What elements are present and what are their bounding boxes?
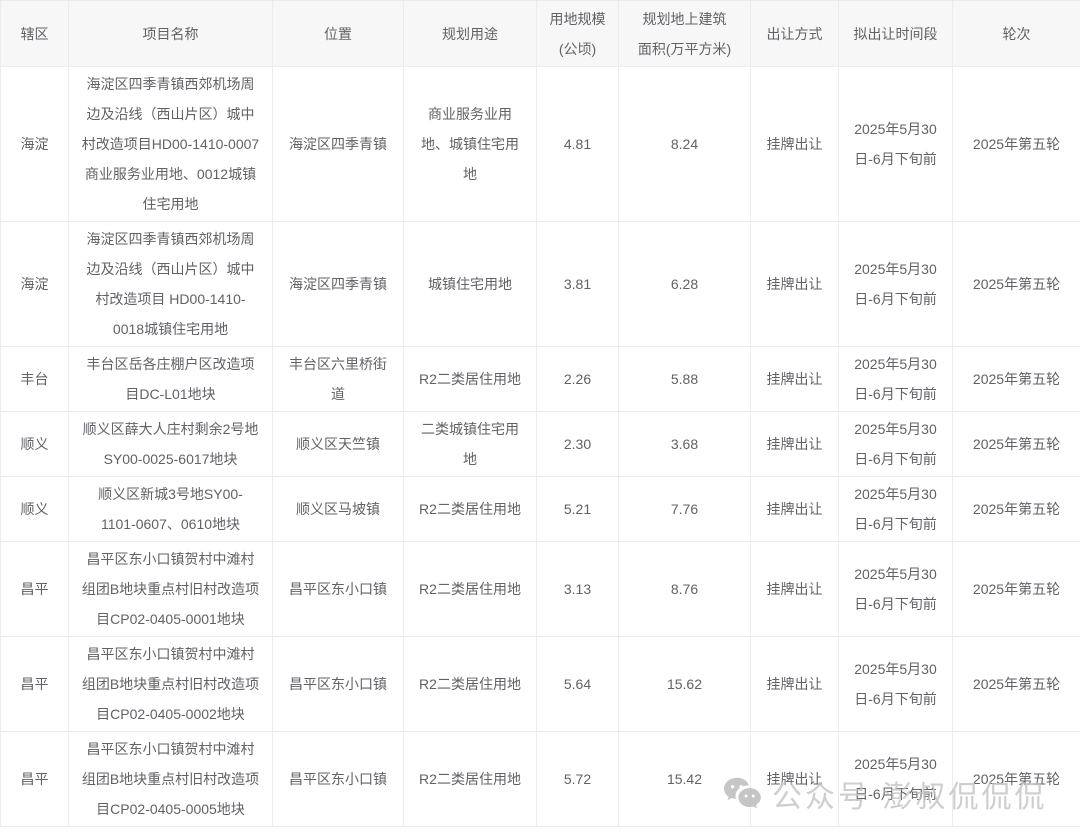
cell-location: 昌平区东小口镇 xyxy=(273,637,404,732)
col-header-period: 拟出让时间段 xyxy=(839,1,953,67)
cell-round: 2025年第五轮 xyxy=(953,412,1080,477)
cell-scale: 4.81 xyxy=(537,67,619,222)
cell-method: 挂牌出让 xyxy=(751,732,839,827)
cell-method: 挂牌出让 xyxy=(751,542,839,637)
cell-location: 丰台区六里桥街道 xyxy=(273,347,404,412)
table-row: 丰台丰台区岳各庄棚户区改造项目DC-L01地块丰台区六里桥街道R2二类居住用地2… xyxy=(1,347,1080,412)
cell-scale: 5.21 xyxy=(537,477,619,542)
land-supply-announcement-page: 辖区项目名称位置规划用途用地规模 (公顷)规划地上建筑 面积(万平方米)出让方式… xyxy=(0,0,1080,838)
cell-round: 2025年第五轮 xyxy=(953,732,1080,827)
cell-use: R2二类居住用地 xyxy=(404,477,537,542)
project-link[interactable]: 丰台区岳各庄棚户区改造项目DC-L01地块 xyxy=(69,347,273,412)
project-link[interactable]: 顺义区新城3号地SY00-1101-0607、0610地块 xyxy=(69,477,273,542)
cell-use: 二类城镇住宅用地 xyxy=(404,412,537,477)
cell-scale: 3.13 xyxy=(537,542,619,637)
col-header-project: 项目名称 xyxy=(69,1,273,67)
table-row: 顺义顺义区薛大人庄村剩余2号地SY00-0025-6017地块顺义区天竺镇二类城… xyxy=(1,412,1080,477)
col-header-scale: 用地规模 (公顷) xyxy=(537,1,619,67)
cell-method: 挂牌出让 xyxy=(751,412,839,477)
cell-location: 海淀区四季青镇 xyxy=(273,67,404,222)
cell-district: 昌平 xyxy=(1,542,69,637)
cell-area: 8.76 xyxy=(619,542,751,637)
cell-use: R2二类居住用地 xyxy=(404,637,537,732)
cell-round: 2025年第五轮 xyxy=(953,477,1080,542)
cell-use: 城镇住宅用地 xyxy=(404,222,537,347)
col-header-round: 轮次 xyxy=(953,1,1080,67)
cell-period: 2025年5月30日-6月下旬前 xyxy=(839,67,953,222)
cell-scale: 2.30 xyxy=(537,412,619,477)
col-header-location: 位置 xyxy=(273,1,404,67)
cell-district: 顺义 xyxy=(1,477,69,542)
cell-period: 2025年5月30日-6月下旬前 xyxy=(839,412,953,477)
cell-scale: 5.64 xyxy=(537,637,619,732)
cell-area: 6.28 xyxy=(619,222,751,347)
cell-method: 挂牌出让 xyxy=(751,347,839,412)
cell-period: 2025年5月30日-6月下旬前 xyxy=(839,477,953,542)
cell-scale: 5.72 xyxy=(537,732,619,827)
cell-district: 丰台 xyxy=(1,347,69,412)
col-header-method: 出让方式 xyxy=(751,1,839,67)
cell-round: 2025年第五轮 xyxy=(953,222,1080,347)
cell-location: 顺义区马坡镇 xyxy=(273,477,404,542)
cell-area: 15.42 xyxy=(619,732,751,827)
cell-method: 挂牌出让 xyxy=(751,67,839,222)
project-link[interactable]: 海淀区四季青镇西郊机场周边及沿线（西山片区）城中村改造项目HD00-1410-0… xyxy=(69,67,273,222)
cell-district: 顺义 xyxy=(1,412,69,477)
cell-district: 海淀 xyxy=(1,222,69,347)
cell-use: R2二类居住用地 xyxy=(404,732,537,827)
cell-scale: 2.26 xyxy=(537,347,619,412)
project-link[interactable]: 昌平区东小口镇贺村中滩村组团B地块重点村旧村改造项目CP02-0405-0001… xyxy=(69,542,273,637)
cell-area: 3.68 xyxy=(619,412,751,477)
cell-location: 昌平区东小口镇 xyxy=(273,542,404,637)
table-row: 顺义顺义区新城3号地SY00-1101-0607、0610地块顺义区马坡镇R2二… xyxy=(1,477,1080,542)
cell-period: 2025年5月30日-6月下旬前 xyxy=(839,732,953,827)
cell-period: 2025年5月30日-6月下旬前 xyxy=(839,347,953,412)
cell-method: 挂牌出让 xyxy=(751,222,839,347)
project-link[interactable]: 昌平区东小口镇贺村中滩村组团B地块重点村旧村改造项目CP02-0405-0002… xyxy=(69,637,273,732)
cell-round: 2025年第五轮 xyxy=(953,637,1080,732)
cell-round: 2025年第五轮 xyxy=(953,347,1080,412)
cell-area: 8.24 xyxy=(619,67,751,222)
cell-method: 挂牌出让 xyxy=(751,477,839,542)
table-body: 海淀海淀区四季青镇西郊机场周边及沿线（西山片区）城中村改造项目HD00-1410… xyxy=(1,67,1080,827)
col-header-use: 规划用途 xyxy=(404,1,537,67)
table-row: 海淀海淀区四季青镇西郊机场周边及沿线（西山片区）城中村改造项目HD00-1410… xyxy=(1,67,1080,222)
table-row: 昌平昌平区东小口镇贺村中滩村组团B地块重点村旧村改造项目CP02-0405-00… xyxy=(1,637,1080,732)
table-row: 海淀海淀区四季青镇西郊机场周边及沿线（西山片区）城中村改造项目 HD00-141… xyxy=(1,222,1080,347)
project-link[interactable]: 昌平区东小口镇贺村中滩村组团B地块重点村旧村改造项目CP02-0405-0005… xyxy=(69,732,273,827)
cell-location: 海淀区四季青镇 xyxy=(273,222,404,347)
table-row: 昌平昌平区东小口镇贺村中滩村组团B地块重点村旧村改造项目CP02-0405-00… xyxy=(1,542,1080,637)
cell-area: 5.88 xyxy=(619,347,751,412)
cell-period: 2025年5月30日-6月下旬前 xyxy=(839,542,953,637)
cell-method: 挂牌出让 xyxy=(751,637,839,732)
cell-round: 2025年第五轮 xyxy=(953,67,1080,222)
cell-round: 2025年第五轮 xyxy=(953,542,1080,637)
cell-use: R2二类居住用地 xyxy=(404,347,537,412)
cell-district: 昌平 xyxy=(1,637,69,732)
col-header-district: 辖区 xyxy=(1,1,69,67)
project-link[interactable]: 顺义区薛大人庄村剩余2号地SY00-0025-6017地块 xyxy=(69,412,273,477)
project-link[interactable]: 海淀区四季青镇西郊机场周边及沿线（西山片区）城中村改造项目 HD00-1410-… xyxy=(69,222,273,347)
table-row: 昌平昌平区东小口镇贺村中滩村组团B地块重点村旧村改造项目CP02-0405-00… xyxy=(1,732,1080,827)
table-header-row: 辖区项目名称位置规划用途用地规模 (公顷)规划地上建筑 面积(万平方米)出让方式… xyxy=(1,1,1080,67)
header-row: 辖区项目名称位置规划用途用地规模 (公顷)规划地上建筑 面积(万平方米)出让方式… xyxy=(1,1,1080,67)
cell-scale: 3.81 xyxy=(537,222,619,347)
cell-use: 商业服务业用地、城镇住宅用地 xyxy=(404,67,537,222)
cell-district: 海淀 xyxy=(1,67,69,222)
cell-period: 2025年5月30日-6月下旬前 xyxy=(839,637,953,732)
cell-location: 顺义区天竺镇 xyxy=(273,412,404,477)
cell-period: 2025年5月30日-6月下旬前 xyxy=(839,222,953,347)
cell-area: 15.62 xyxy=(619,637,751,732)
land-parcel-table: 辖区项目名称位置规划用途用地规模 (公顷)规划地上建筑 面积(万平方米)出让方式… xyxy=(0,0,1080,827)
cell-location: 昌平区东小口镇 xyxy=(273,732,404,827)
cell-district: 昌平 xyxy=(1,732,69,827)
col-header-area: 规划地上建筑 面积(万平方米) xyxy=(619,1,751,67)
cell-use: R2二类居住用地 xyxy=(404,542,537,637)
cell-area: 7.76 xyxy=(619,477,751,542)
